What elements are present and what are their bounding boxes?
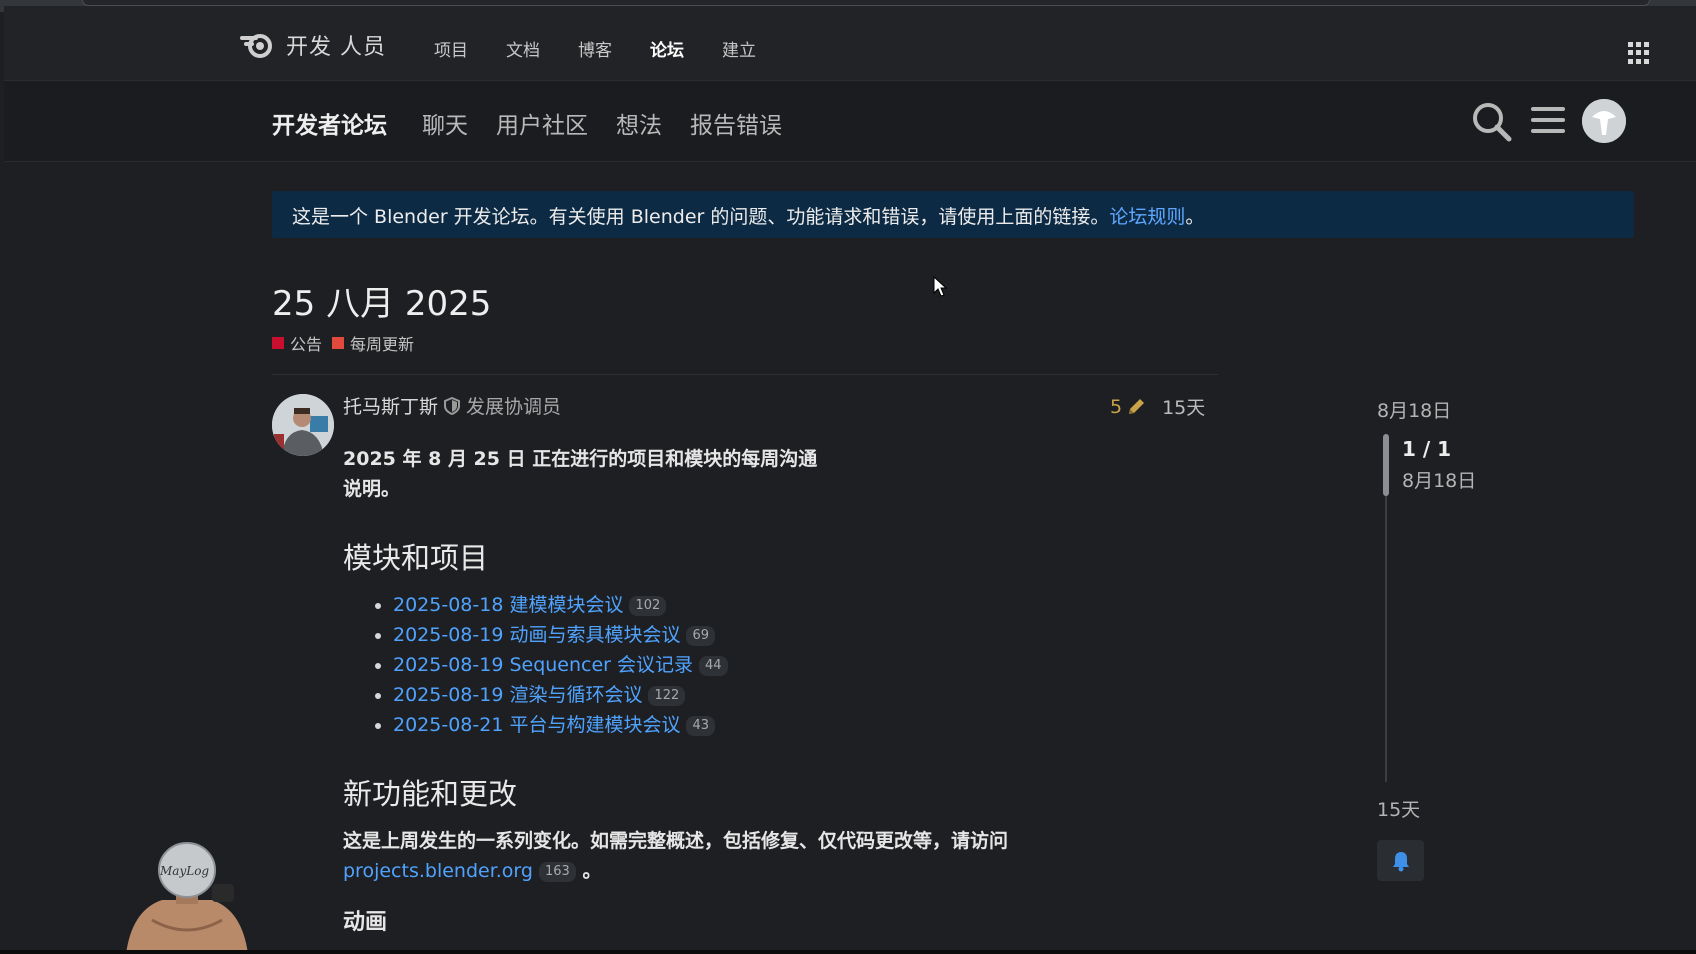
meeting-link[interactable]: 2025-08-19 渲染与循环会议 xyxy=(393,684,642,706)
section-heading-changes: 新功能和更改 xyxy=(343,777,518,811)
click-count: 43 xyxy=(686,715,716,736)
click-count: 44 xyxy=(699,655,728,676)
meeting-link[interactable]: 2025-08-19 动画与索具模块会议 xyxy=(393,624,680,646)
search-icon[interactable] xyxy=(1470,100,1512,142)
changes-paragraph: 这是上周发生的一系列变化。如需完整概述，包括修复、仅代码更改等，请访问 proje… xyxy=(343,826,1103,886)
webcam-badge-text: MayLog xyxy=(160,864,210,878)
changes-suffix: 。 xyxy=(582,860,602,882)
tag-label: 每周更新 xyxy=(350,335,415,354)
tag-weekly-update[interactable]: 每周更新 xyxy=(332,331,414,355)
tag-label: 公告 xyxy=(290,335,323,354)
blender-logo-icon xyxy=(240,34,272,58)
post-author-name[interactable]: 托马斯丁斯 xyxy=(343,392,438,419)
user-avatar[interactable] xyxy=(1582,99,1626,143)
post-body: 2025 年 8 月 25 日 正在进行的项目和模块的每周沟通说明。 模块和项目… xyxy=(343,444,1223,938)
shield-icon xyxy=(444,396,461,415)
topic-tags: 公告 每周更新 xyxy=(272,331,424,355)
timeline-position: 1 / 1 xyxy=(1402,437,1452,461)
post-intro: 2025 年 8 月 25 日 正在进行的项目和模块的每周沟通说明。 xyxy=(343,448,818,500)
mouse-cursor-icon xyxy=(933,276,947,297)
banner-text: 这是一个 Blender 开发论坛。有关使用 Blender 的问题、功能请求和… xyxy=(292,206,1110,228)
hamburger-menu-icon[interactable] xyxy=(1531,104,1565,136)
meeting-links-list: 2025-08-18 建模模块会议 102 2025-08-19 动画与索具模块会… xyxy=(343,590,1223,740)
forum-header: 开发者论坛 聊天 用户社区 想法 报告错误 xyxy=(4,81,1696,162)
forum-link-ideas[interactable]: 想法 xyxy=(616,106,662,140)
click-count: 122 xyxy=(648,685,686,706)
user-avatar-image xyxy=(1582,99,1626,143)
tag-announcement[interactable]: 公告 xyxy=(272,331,322,355)
forum-links: 聊天 用户社区 想法 报告错误 xyxy=(422,106,810,140)
topic-title: 25 八月 2025 xyxy=(272,284,492,324)
meeting-link[interactable]: 2025-08-18 建模模块会议 xyxy=(393,594,623,616)
global-top-nav: 开发 人员 项目 文档 博客 论坛 建立 xyxy=(4,6,1696,81)
meeting-link[interactable]: 2025-08-19 Sequencer 会议记录 xyxy=(393,654,693,676)
webcam-figure xyxy=(126,842,248,954)
forum-link-community[interactable]: 用户社区 xyxy=(496,106,588,140)
list-item: 2025-08-21 平台与构建模块会议 43 xyxy=(393,710,1223,740)
list-item: 2025-08-18 建模模块会议 102 xyxy=(393,590,1223,620)
nav-item-blog[interactable]: 博客 xyxy=(578,36,612,61)
nav-item-projects[interactable]: 项目 xyxy=(434,36,468,61)
post-author-role: 发展协调员 xyxy=(466,396,562,418)
click-count: 102 xyxy=(629,595,667,616)
nav-item-build[interactable]: 建立 xyxy=(722,36,756,61)
forum-notice-banner: 这是一个 Blender 开发论坛。有关使用 Blender 的问题、功能请求和… xyxy=(272,191,1634,238)
projects-link[interactable]: projects.blender.org xyxy=(343,860,533,882)
webcam-overlay: MayLog xyxy=(112,840,262,954)
notification-button[interactable] xyxy=(1377,840,1424,881)
section-heading-animation: 动画 xyxy=(343,910,388,935)
author-photo xyxy=(272,394,334,456)
global-nav-links: 项目 文档 博客 论坛 建立 xyxy=(434,36,794,61)
pencil-icon[interactable] xyxy=(1126,397,1146,417)
list-item: 2025-08-19 渲染与循环会议 122 xyxy=(393,680,1223,710)
timeline-start-date[interactable]: 8月18日 xyxy=(1377,396,1451,423)
bottom-edge xyxy=(0,950,1696,954)
timeline-position-date: 8月18日 xyxy=(1402,470,1477,492)
edit-count[interactable]: 5 xyxy=(1110,396,1122,418)
changes-text: 这是上周发生的一系列变化。如需完整概述，包括修复、仅代码更改等，请访问 xyxy=(343,830,1009,852)
site-logo[interactable]: 开发 人员 xyxy=(240,28,386,62)
bell-icon xyxy=(1392,851,1409,871)
nav-item-docs[interactable]: 文档 xyxy=(506,36,540,61)
post-author-avatar[interactable] xyxy=(272,394,334,456)
topic-divider xyxy=(272,374,1218,375)
apps-grid-icon[interactable] xyxy=(1628,42,1650,64)
forum-link-chat[interactable]: 聊天 xyxy=(422,106,468,140)
post-meta: 5 15天 xyxy=(1110,393,1205,420)
tag-color-swatch xyxy=(272,337,284,349)
section-heading-modules: 模块和项目 xyxy=(343,541,489,575)
timeline-scroll-handle[interactable] xyxy=(1383,434,1389,496)
site-name: 开发 人员 xyxy=(286,35,386,60)
post-age[interactable]: 15天 xyxy=(1162,393,1205,420)
click-count: 163 xyxy=(538,861,576,882)
timeline-end-date[interactable]: 15天 xyxy=(1377,795,1420,822)
list-item: 2025-08-19 Sequencer 会议记录 44 xyxy=(393,650,1223,680)
tag-color-swatch xyxy=(332,337,345,349)
forum-link-report-bug[interactable]: 报告错误 xyxy=(690,106,782,140)
forum-rules-link[interactable]: 论坛规则 xyxy=(1109,206,1185,228)
forum-title[interactable]: 开发者论坛 xyxy=(272,106,387,140)
post-author-line: 托马斯丁斯 发展协调员 xyxy=(343,392,561,419)
nav-item-forum[interactable]: 论坛 xyxy=(650,36,684,61)
list-item: 2025-08-19 动画与索具模块会议 69 xyxy=(393,620,1223,650)
meeting-link[interactable]: 2025-08-21 平台与构建模块会议 xyxy=(393,714,680,736)
click-count: 69 xyxy=(686,625,716,646)
banner-suffix: 。 xyxy=(1185,206,1205,228)
